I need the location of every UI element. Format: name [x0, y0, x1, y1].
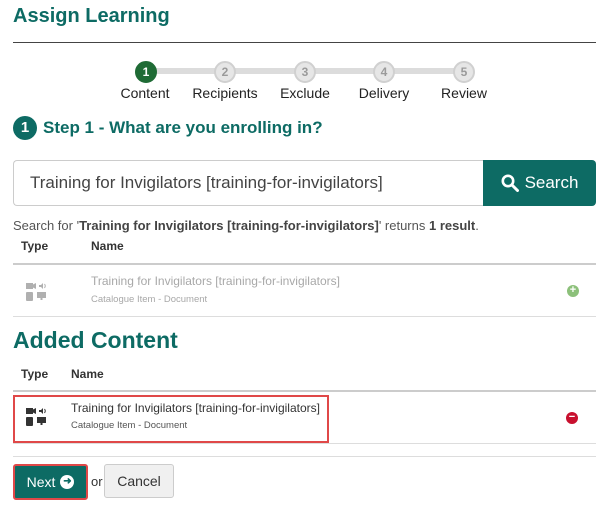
footer-divider — [13, 456, 596, 457]
remove-icon[interactable]: − — [566, 412, 578, 424]
summary-query: Training for Invigilators [training-for-… — [79, 218, 379, 233]
summary-prefix: Search for ' — [13, 218, 80, 233]
arrow-right-icon: ➜ — [60, 475, 75, 489]
step-4-label: Delivery — [358, 85, 410, 101]
added-col-type: Type — [21, 367, 49, 381]
summary-mid: ' returns — [378, 218, 429, 233]
step-1-circle[interactable]: 1 — [135, 61, 157, 83]
step-5-label: Review — [441, 85, 487, 101]
search-button-label: Search — [524, 173, 579, 192]
step-heading: 1 Step 1 - What are you enrolling in? — [13, 116, 323, 140]
step-5-circle[interactable]: 5 — [453, 61, 475, 83]
add-icon[interactable]: + — [567, 285, 579, 297]
added-content-heading: Added Content — [13, 327, 178, 353]
result-item-title[interactable]: Training for Invigilators [training-for-… — [91, 274, 340, 288]
highlight-annotation — [13, 395, 329, 443]
search-button[interactable]: Search — [483, 160, 596, 206]
progress-stepper: 1 Content 2 Recipients 3 Exclude 4 Deliv… — [0, 60, 604, 105]
step-2-label: Recipients — [192, 85, 258, 101]
title-divider — [13, 42, 596, 43]
result-item-subtitle: Catalogue Item - Document — [91, 294, 208, 305]
added-col-name: Name — [71, 367, 104, 381]
cancel-button[interactable]: Cancel — [104, 464, 174, 498]
next-button[interactable]: Next ➜ — [13, 464, 88, 500]
added-header-divider — [13, 390, 596, 392]
summary-suffix: . — [475, 218, 479, 233]
search-icon — [501, 174, 519, 192]
step-heading-text: Step 1 - What are you enrolling in? — [43, 118, 323, 137]
step-4-circle[interactable]: 4 — [373, 61, 395, 83]
results-row-divider — [13, 316, 596, 317]
results-header-divider — [13, 263, 596, 265]
step-3-circle[interactable]: 3 — [294, 61, 316, 83]
step-3-label: Exclude — [280, 85, 330, 101]
results-col-type: Type — [21, 239, 49, 253]
search-input[interactable] — [13, 160, 484, 206]
next-button-label: Next — [26, 474, 56, 490]
media-document-icon — [26, 283, 46, 301]
added-row-divider — [13, 443, 596, 444]
or-separator: or — [91, 474, 103, 489]
search-summary: Search for 'Training for Invigilators [t… — [13, 218, 479, 233]
results-col-name: Name — [91, 239, 124, 253]
page-title: Assign Learning — [13, 5, 170, 27]
step-number-badge: 1 — [13, 116, 37, 140]
step-1-label: Content — [120, 85, 170, 101]
summary-count: 1 result — [428, 218, 476, 233]
step-2-circle[interactable]: 2 — [214, 61, 236, 83]
